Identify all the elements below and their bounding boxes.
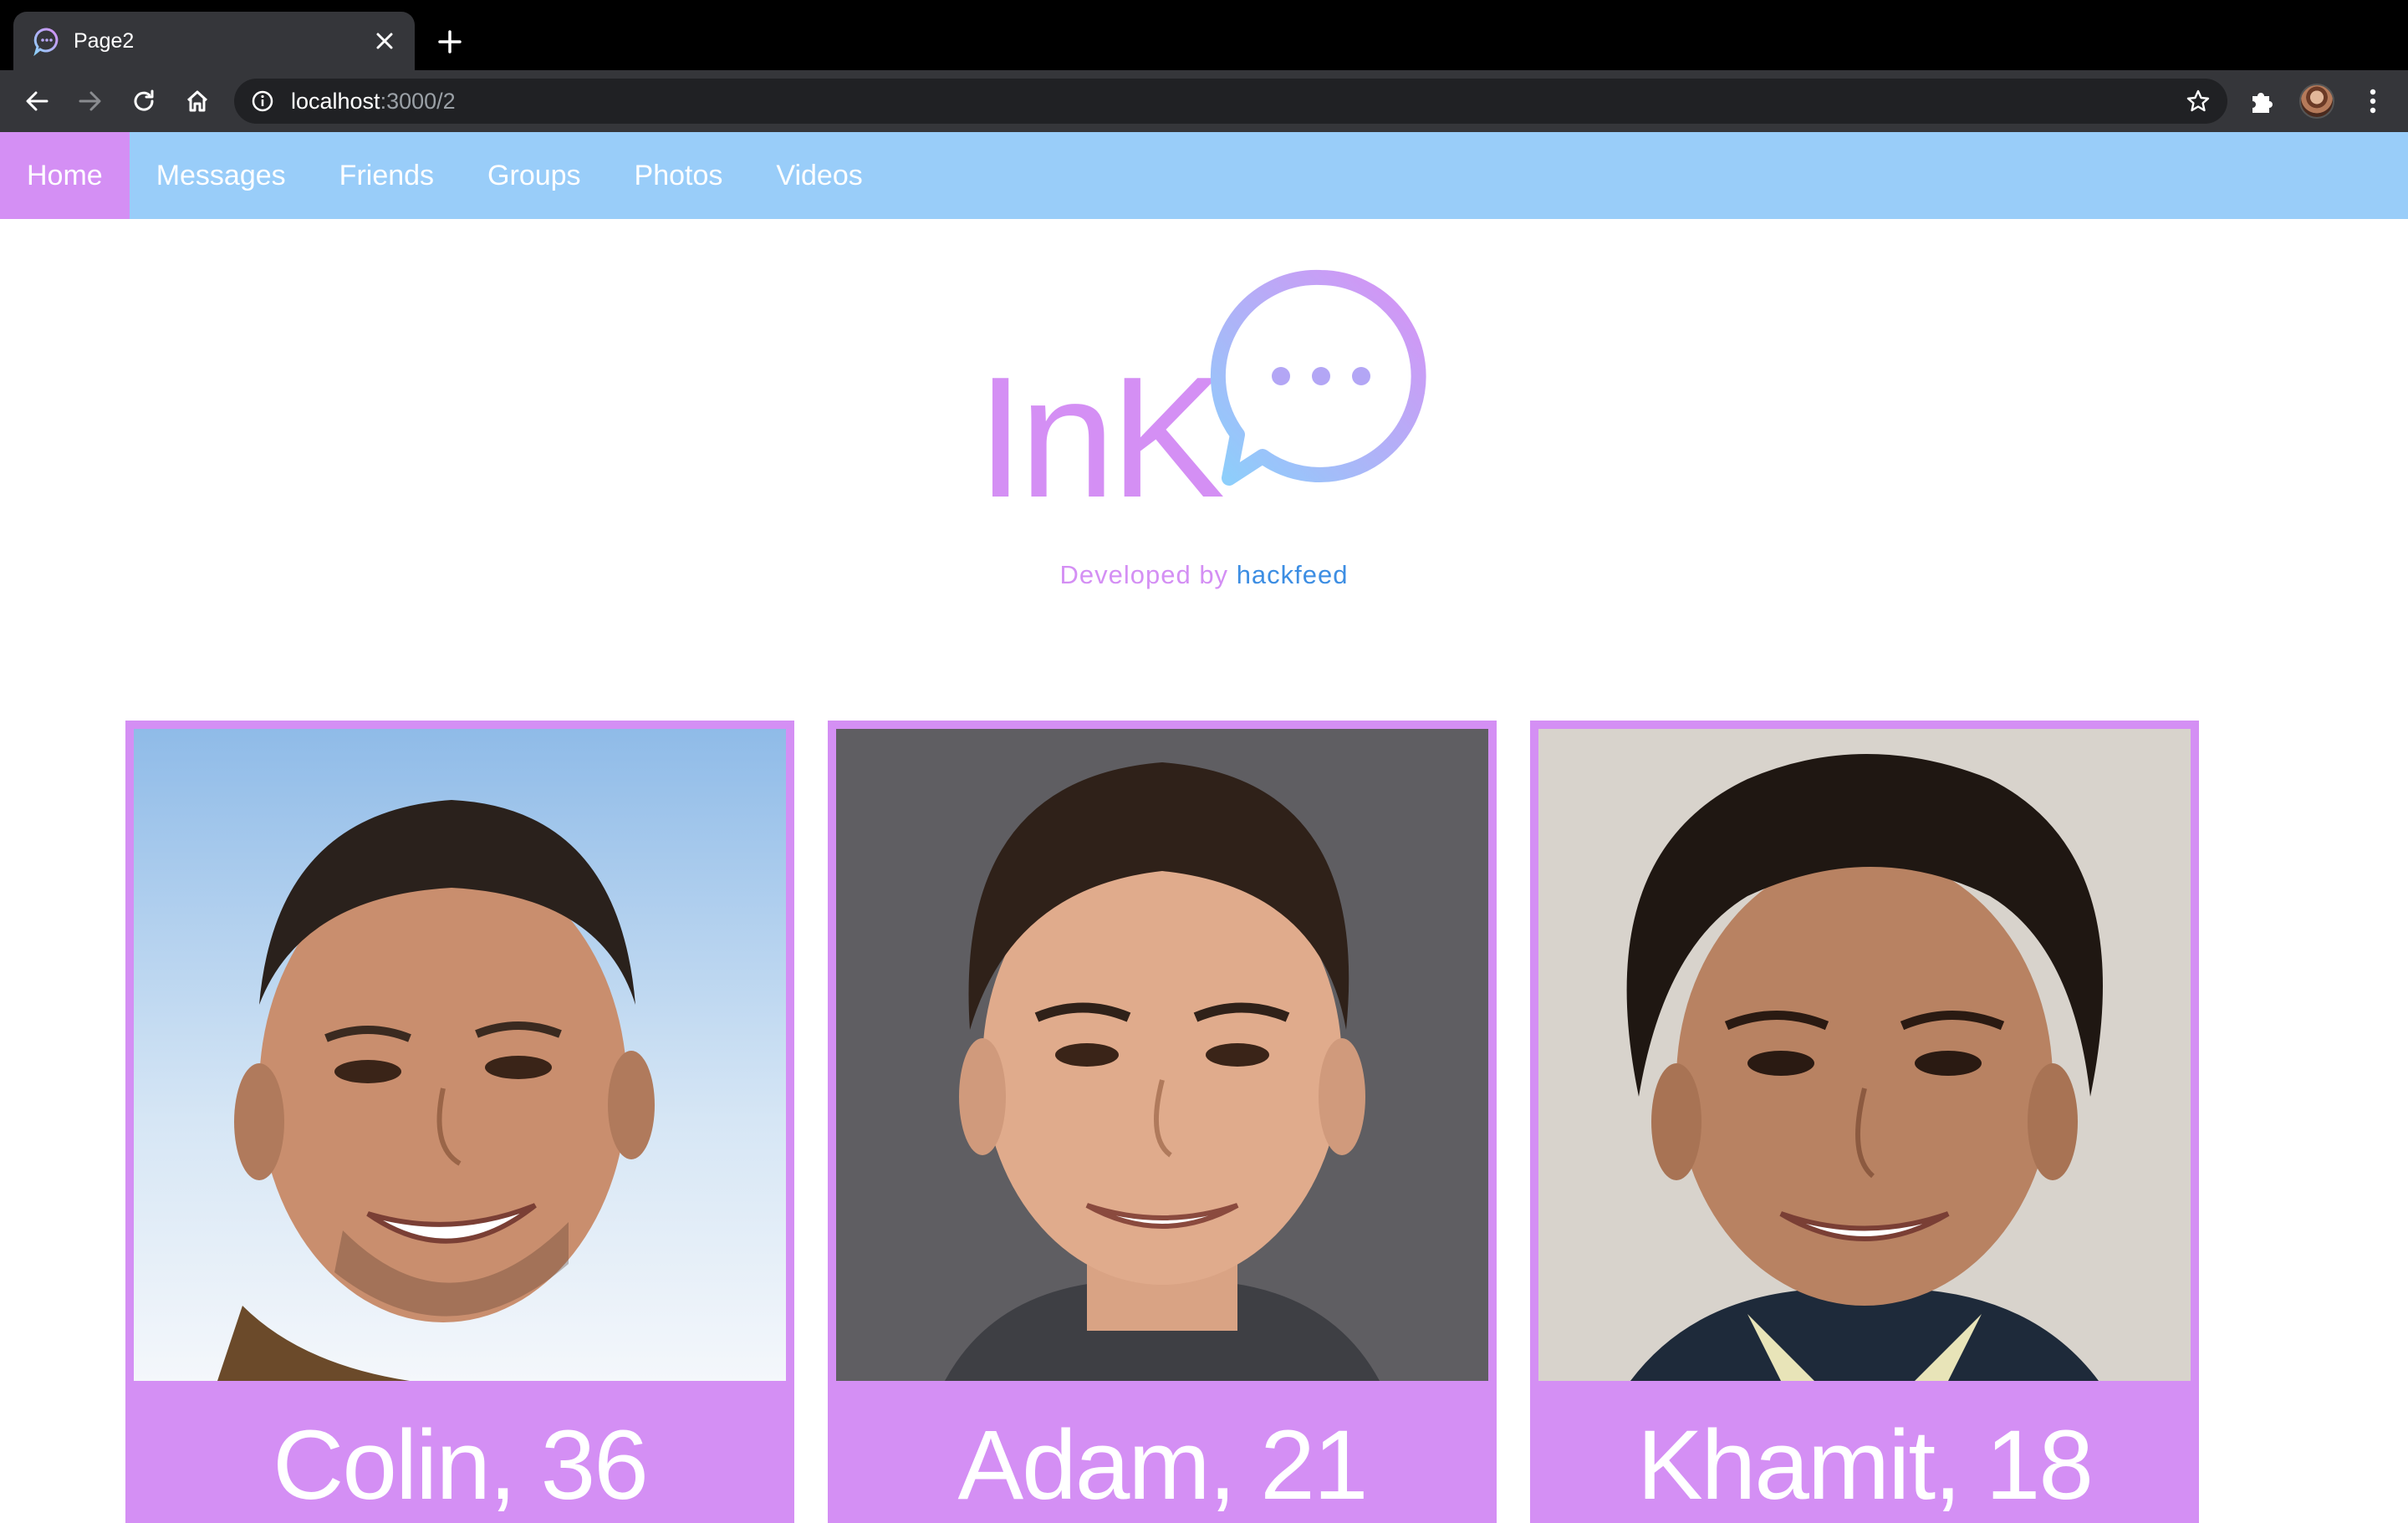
url-host: localhost <box>291 89 380 114</box>
url-text: localhost:3000/2 <box>291 79 456 124</box>
profile-card[interactable]: Colin, 36 <box>125 721 794 1523</box>
credit-prefix: Developed by <box>1059 560 1229 589</box>
nav-videos[interactable]: Videos <box>749 132 889 219</box>
profile-photo <box>1538 729 2191 1381</box>
home-icon[interactable] <box>179 83 216 120</box>
chat-bubble-icon <box>32 26 62 57</box>
credit-link[interactable]: hackfeed <box>1237 560 1349 589</box>
profile-card[interactable]: Khamit, 18 <box>1530 721 2199 1523</box>
main-nav: Home Messages Friends Groups Photos Vide… <box>0 132 2408 219</box>
profile-photo <box>134 729 786 1381</box>
arrow-right-icon[interactable] <box>72 83 109 120</box>
developer-credit: Developed by hackfeed <box>0 560 2408 590</box>
star-icon[interactable] <box>2186 89 2211 114</box>
browser-tab[interactable]: Page2 <box>13 12 415 70</box>
browser-tabstrip: Page2 <box>0 0 2408 70</box>
profile-name: Adam, 21 <box>957 1410 1368 1520</box>
profile-photo <box>836 729 1488 1381</box>
address-bar[interactable]: localhost:3000/2 <box>234 79 2227 124</box>
puzzle-icon[interactable] <box>2247 86 2278 116</box>
kebab-menu-icon[interactable] <box>2358 84 2388 118</box>
close-icon[interactable] <box>371 28 398 54</box>
url-path: :3000/2 <box>380 89 456 114</box>
info-icon[interactable] <box>251 89 274 113</box>
app-logo: InK <box>970 267 1438 523</box>
nav-messages[interactable]: Messages <box>130 132 313 219</box>
nav-groups[interactable]: Groups <box>461 132 608 219</box>
nav-home[interactable]: Home <box>0 132 130 219</box>
profile-name: Colin, 36 <box>273 1410 649 1520</box>
profile-card[interactable]: Adam, 21 <box>828 721 1497 1523</box>
new-tab-plus-icon[interactable] <box>433 25 467 59</box>
reload-icon[interactable] <box>125 83 162 120</box>
nav-photos[interactable]: Photos <box>608 132 750 219</box>
arrow-left-icon[interactable] <box>18 83 55 120</box>
browser-toolbar: localhost:3000/2 <box>0 70 2408 132</box>
logo-text: InK <box>977 341 1225 533</box>
chat-bubble-icon <box>1204 267 1438 493</box>
profile-name: Khamit, 18 <box>1636 1410 2094 1520</box>
profile-avatar[interactable] <box>2299 84 2334 119</box>
tab-title: Page2 <box>74 29 135 53</box>
nav-friends[interactable]: Friends <box>313 132 461 219</box>
